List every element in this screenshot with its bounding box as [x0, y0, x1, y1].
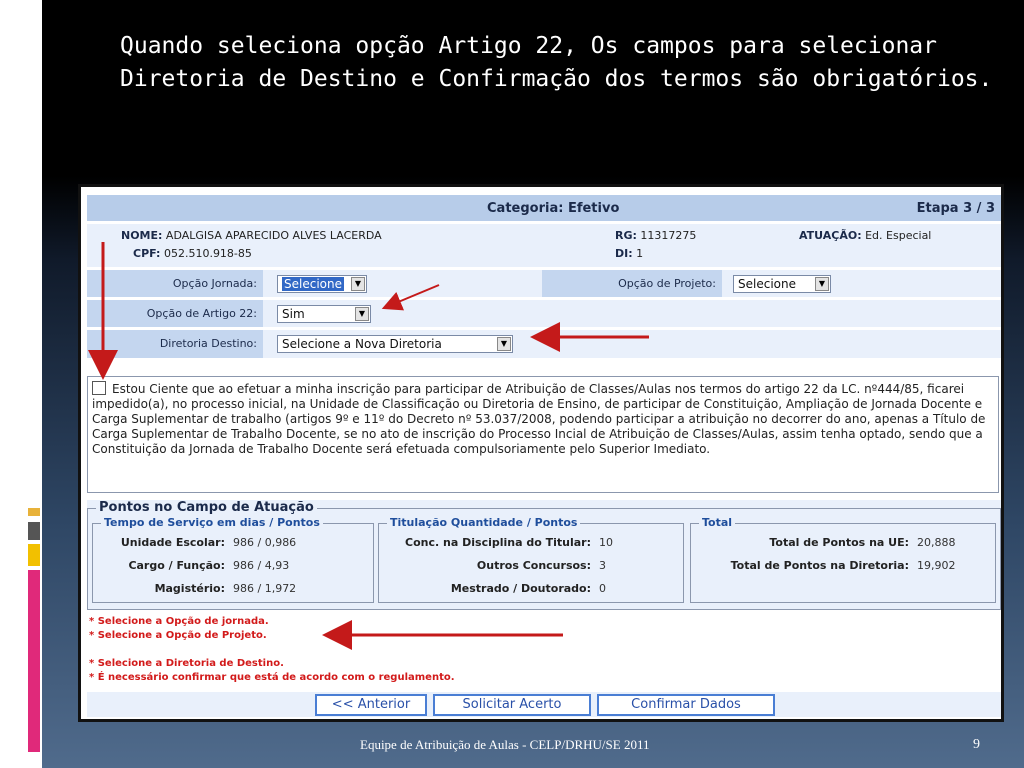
arrow-to-artigo	[381, 284, 440, 311]
side-color-stripes	[28, 508, 40, 752]
annotation-arrows	[88, 242, 649, 650]
form-screenshot: Categoria: Efetivo Etapa 3 / 3 NOME: ADA…	[78, 184, 1004, 722]
slide-title: Quando seleciona opção Artigo 22, Os cam…	[120, 33, 993, 92]
slide-page-number: 9	[973, 737, 980, 752]
slide-footer: Equipe de Atribuição de Aulas - CELP/DRH…	[360, 737, 650, 752]
decorative-bars	[22, 48, 40, 118]
